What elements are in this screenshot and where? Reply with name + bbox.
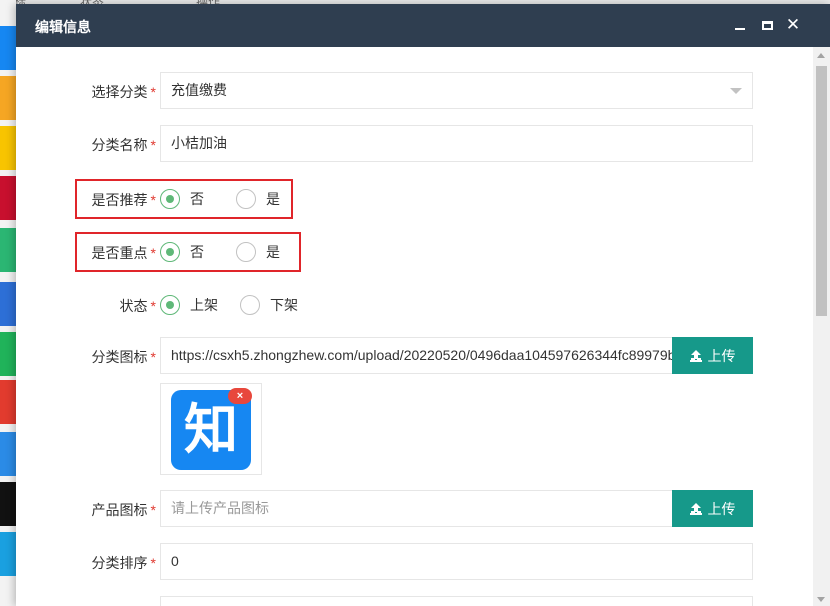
category-name-input[interactable]: 小桔加油 xyxy=(160,125,753,162)
radio-unchecked-icon xyxy=(236,189,256,209)
radio-checked-icon xyxy=(160,242,180,262)
status-radio-on-shelf[interactable]: 上架 xyxy=(160,295,218,315)
category-name-label: 分类名称 * xyxy=(91,137,156,153)
bg-app-icon xyxy=(0,332,16,376)
radio-unchecked-icon xyxy=(240,295,260,315)
close-icon[interactable]: ✕ xyxy=(784,16,802,34)
upload-icon xyxy=(689,502,702,515)
category-icon-preview: 知 × xyxy=(160,383,262,475)
bg-burgerking-icon xyxy=(0,76,16,120)
key-point-radio-no[interactable]: 否 xyxy=(160,242,204,262)
form-row-sort-order: 分类排序 * 0 xyxy=(16,543,796,580)
form-row-next-partial xyxy=(16,596,796,606)
category-icon-url-input[interactable]: https://csxh5.zhongzhew.com/upload/20220… xyxy=(160,337,673,374)
form-row-category-select: 选择分类 * 充值缴费 xyxy=(16,72,796,109)
bg-kfc-icon xyxy=(0,176,16,220)
dialog-header: 编辑信息 ✕ xyxy=(16,4,830,47)
product-icon-input[interactable]: 请上传产品图标 xyxy=(160,490,673,527)
dialog-title: 编辑信息 xyxy=(35,19,91,35)
scrollbar-thumb[interactable] xyxy=(816,66,827,316)
radio-label: 否 xyxy=(190,191,204,207)
radio-label: 上架 xyxy=(190,297,218,313)
chevron-down-icon xyxy=(730,88,742,94)
background-app-icon-column xyxy=(0,0,16,606)
bg-app-icon xyxy=(0,282,16,326)
key-point-radio-group: 否 是 xyxy=(160,242,302,262)
bg-app-icon xyxy=(0,228,16,272)
upload-button-label: 上传 xyxy=(707,347,736,364)
dialog-body: 选择分类 * 充值缴费 分类名称 * 小桔加油 是否推荐 * 否 是 是否重点 … xyxy=(16,47,830,606)
category-icon-upload-button[interactable]: 上传 xyxy=(672,337,753,374)
recommend-label: 是否推荐 * xyxy=(91,192,156,208)
key-point-label: 是否重点 * xyxy=(91,245,156,261)
dialog-scrollbar[interactable] xyxy=(813,47,830,606)
scroll-up-icon[interactable] xyxy=(817,53,825,58)
sort-order-input[interactable]: 0 xyxy=(160,543,753,580)
bg-bilibili-icon xyxy=(0,482,16,526)
key-point-radio-yes[interactable]: 是 xyxy=(236,242,280,262)
status-label: 状态 * xyxy=(119,298,156,314)
radio-checked-icon xyxy=(160,295,180,315)
radio-label: 是 xyxy=(266,191,280,207)
form-row-product-icon: 产品图标 * 请上传产品图标 上传 xyxy=(16,490,796,527)
bg-app-icon xyxy=(0,532,16,576)
radio-checked-icon xyxy=(160,189,180,209)
bg-zhihu-icon xyxy=(0,26,16,70)
sort-order-label: 分类排序 * xyxy=(91,555,156,571)
radio-label: 否 xyxy=(190,244,204,260)
status-radio-off-shelf[interactable]: 下架 xyxy=(240,295,298,315)
bg-app-icon xyxy=(0,380,16,424)
form-row-category-name: 分类名称 * 小桔加油 xyxy=(16,125,796,162)
form-row-status: 状态 * 上架 下架 xyxy=(16,293,796,317)
next-field-partial[interactable] xyxy=(160,596,753,606)
product-icon-label: 产品图标 * xyxy=(91,502,156,518)
recommend-radio-yes[interactable]: 是 xyxy=(236,189,280,209)
upload-icon xyxy=(689,349,702,362)
radio-unchecked-icon xyxy=(236,242,256,262)
minimize-icon[interactable] xyxy=(731,16,749,34)
upload-button-label: 上传 xyxy=(707,500,736,517)
maximize-icon[interactable] xyxy=(758,16,776,34)
bg-meituan-icon xyxy=(0,126,16,170)
recommend-radio-no[interactable]: 否 xyxy=(160,189,204,209)
category-select-label: 选择分类 * xyxy=(91,84,156,100)
radio-label: 下架 xyxy=(270,297,298,313)
category-select[interactable]: 充值缴费 xyxy=(160,72,753,109)
product-icon-upload-button[interactable]: 上传 xyxy=(672,490,753,527)
radio-label: 是 xyxy=(266,244,280,260)
form-row-category-icon: 分类图标 * https://csxh5.zhongzhew.com/upload… xyxy=(16,337,796,374)
scroll-down-icon[interactable] xyxy=(817,597,825,602)
category-select-value: 充值缴费 xyxy=(171,82,227,98)
recommend-radio-group: 否 是 xyxy=(160,189,302,209)
category-icon-label: 分类图标 * xyxy=(91,349,156,365)
form-row-key-point: 是否重点 * 否 是 xyxy=(16,240,796,264)
form-row-recommend: 是否推荐 * 否 是 xyxy=(16,187,796,211)
status-radio-group: 上架 下架 xyxy=(160,295,320,315)
edit-dialog: 编辑信息 ✕ 选择分类* 充值缴费 分类名称* 小桔加油 是否推荐* 否 xyxy=(16,4,830,606)
bg-app-icon xyxy=(0,432,16,476)
remove-image-icon[interactable]: × xyxy=(228,388,252,404)
